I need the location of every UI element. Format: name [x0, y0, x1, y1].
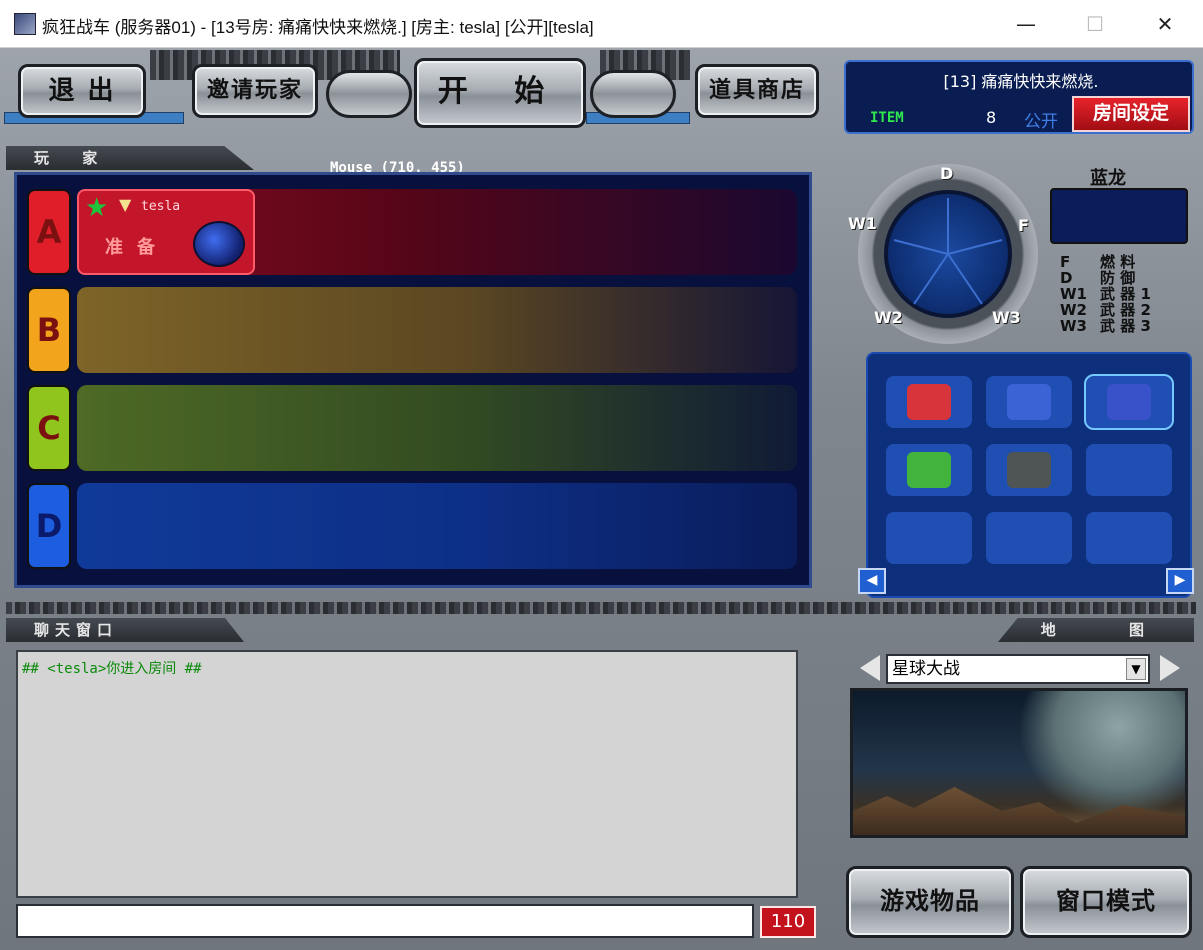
- rank-chevron-icon: ▼: [119, 195, 132, 214]
- item-count: 8: [986, 108, 997, 127]
- maximize-button[interactable]: ☐: [1072, 0, 1118, 48]
- blue-dragon-avatar-icon: [193, 221, 245, 267]
- character-slot-empty[interactable]: [1086, 512, 1172, 564]
- host-star-icon: ★: [85, 193, 109, 223]
- character-slot[interactable]: [886, 444, 972, 496]
- room-info-panel: [13] 痛痛快快来燃烧. ITEM 8 公开 房间设定: [844, 60, 1194, 134]
- dial-label-f: F: [1018, 216, 1029, 235]
- chat-input[interactable]: [16, 904, 754, 938]
- team-a-label[interactable]: A: [27, 189, 71, 275]
- room-visibility: 公开: [1024, 112, 1058, 132]
- character-name: 蓝龙: [1090, 168, 1126, 189]
- item-label: ITEM: [870, 110, 904, 126]
- dial-label-w1: W1: [848, 214, 877, 233]
- map-next-arrow-icon[interactable]: [1156, 654, 1184, 682]
- character-slot[interactable]: [986, 444, 1072, 496]
- rock-golem-icon: [1007, 452, 1051, 488]
- blue-dragon-icon: [1107, 384, 1151, 420]
- character-slot[interactable]: [886, 376, 972, 428]
- character-slot-selected[interactable]: [1084, 374, 1174, 430]
- dial-label-w2: W2: [874, 308, 903, 327]
- chevron-down-icon[interactable]: ▼: [1126, 658, 1146, 680]
- chat-section-label: 聊天窗口: [6, 618, 244, 642]
- start-game-button[interactable]: 开 始: [414, 58, 586, 128]
- character-selection-grid: [866, 352, 1192, 598]
- team-b-slot-row[interactable]: [77, 287, 797, 373]
- team-c-label[interactable]: C: [27, 385, 71, 471]
- window-titlebar: 疯狂战车 (服务器01) - [13号房: 痛痛快快来燃烧.] [房主: tes…: [0, 0, 1203, 48]
- exit-button[interactable]: 退 出: [18, 64, 146, 118]
- character-next-button[interactable]: ▶: [1166, 568, 1194, 594]
- character-slot-empty[interactable]: [1086, 444, 1172, 496]
- dial-label-d: D: [940, 164, 954, 183]
- tank-decoration-right: [590, 70, 676, 118]
- blue-robot-icon: [1007, 384, 1051, 420]
- window-title: 疯狂战车 (服务器01) - [13号房: 痛痛快快来燃烧.] [房主: tes…: [42, 18, 594, 37]
- section-divider: [6, 602, 1196, 614]
- stat-key: W2: [1060, 301, 1087, 319]
- chat-message: ## <tesla>你进入房间 ##: [22, 661, 202, 677]
- stat-row: F燃 料: [1060, 254, 1180, 270]
- red-robot-icon: [907, 384, 951, 420]
- chat-log: ## <tesla>你进入房间 ##: [16, 650, 798, 898]
- team-d-label[interactable]: D: [27, 483, 71, 569]
- map-select[interactable]: 星球大战 ▼: [886, 654, 1150, 684]
- character-stat-dial: D W1 F W2 W3: [848, 164, 1038, 344]
- map-prev-arrow-icon[interactable]: [856, 654, 884, 682]
- map-section-label: 地 图: [998, 618, 1194, 642]
- character-slot[interactable]: [986, 376, 1072, 428]
- team-c-slot-row[interactable]: [77, 385, 797, 471]
- stat-label: 武 器 3: [1100, 317, 1151, 335]
- map-mountains: [853, 787, 1185, 835]
- players-section-label: 玩 家: [6, 146, 254, 170]
- room-title: [13] 痛痛快快来燃烧.: [943, 72, 1099, 91]
- dial-radar-icon: [884, 190, 1012, 318]
- window-mode-button[interactable]: 窗口模式: [1020, 866, 1192, 938]
- stat-key: W3: [1060, 317, 1087, 335]
- player-card-tesla[interactable]: ★ ▼ tesla 准备: [77, 189, 255, 275]
- blue-dragon-portrait-icon: [1050, 188, 1188, 244]
- green-mech-icon: [907, 452, 951, 488]
- invite-players-button[interactable]: 邀请玩家: [192, 64, 318, 118]
- stat-key: F: [1060, 253, 1071, 271]
- item-shop-button[interactable]: 道具商店: [695, 64, 819, 118]
- room-settings-button[interactable]: 房间设定: [1072, 96, 1190, 132]
- app-icon: [14, 13, 36, 35]
- tank-decoration-left: [326, 70, 412, 118]
- map-preview-image: [850, 688, 1188, 838]
- map-selected-name: 星球大战: [892, 659, 960, 679]
- game-items-button[interactable]: 游戏物品: [846, 866, 1014, 938]
- team-d-slot-row[interactable]: [77, 483, 797, 569]
- stat-row: W1 武 器 1: [1060, 286, 1180, 302]
- stat-legend: F燃 料 D防 御 W1 武 器 1 W2 武 器 2 W3 武 器 3: [1060, 254, 1180, 334]
- stat-key: W1: [1060, 285, 1087, 303]
- stat-row: D防 御: [1060, 270, 1180, 286]
- chat-char-counter: 110: [760, 906, 816, 938]
- character-slot-empty[interactable]: [886, 512, 972, 564]
- players-panel: A B C D ★ ▼ tesla 准备: [14, 172, 812, 588]
- team-b-label[interactable]: B: [27, 287, 71, 373]
- character-prev-button[interactable]: ◀: [858, 568, 886, 594]
- dial-label-w3: W3: [992, 308, 1021, 327]
- stat-key: D: [1060, 269, 1073, 287]
- stat-row: W2 武 器 2: [1060, 302, 1180, 318]
- minimize-button[interactable]: —: [1003, 0, 1049, 48]
- player-name: tesla: [141, 199, 181, 214]
- game-room-screen: 退 出 邀请玩家 开 始 道具商店 [13] 痛痛快快来燃烧. ITEM 8 公…: [0, 48, 1203, 950]
- player-ready-status: 准备: [105, 237, 169, 258]
- close-button[interactable]: ✕: [1142, 0, 1188, 48]
- stat-row: W3 武 器 3: [1060, 318, 1180, 334]
- character-slot-empty[interactable]: [986, 512, 1072, 564]
